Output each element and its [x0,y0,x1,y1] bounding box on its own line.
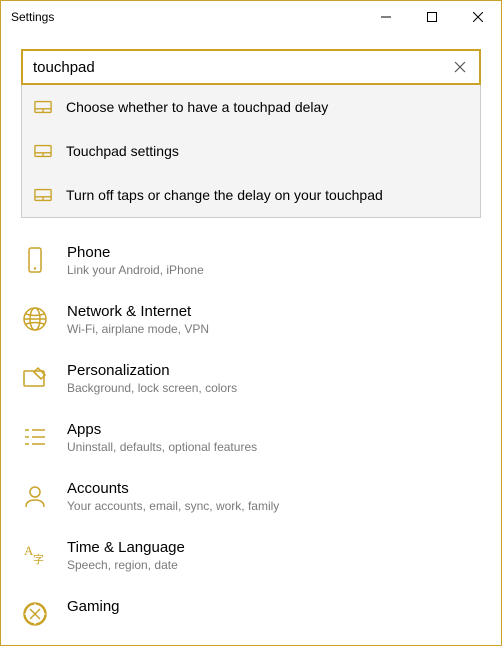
category-title: Time & Language [67,539,185,556]
category-title: Personalization [67,362,237,379]
category-title: Apps [67,421,257,438]
search-input[interactable] [33,59,451,76]
maximize-icon [427,12,437,22]
apps-icon [21,423,49,451]
category-title: Network & Internet [67,303,209,320]
category-subtitle: Speech, region, date [67,558,185,572]
category-phone[interactable]: Phone Link your Android, iPhone [21,232,481,291]
category-network[interactable]: Network & Internet Wi-Fi, airplane mode,… [21,291,481,350]
titlebar: Settings [1,1,501,33]
search-box [21,49,481,85]
personalization-icon [21,364,49,392]
category-gaming[interactable]: Gaming [21,586,481,642]
category-title: Accounts [67,480,279,497]
close-icon [473,12,483,22]
suggestion-item[interactable]: Touchpad settings [22,129,480,173]
minimize-button[interactable] [363,1,409,33]
category-subtitle: Wi-Fi, airplane mode, VPN [67,322,209,336]
category-personalization[interactable]: Personalization Background, lock screen,… [21,350,481,409]
svg-text:字: 字 [33,552,44,566]
accounts-icon [21,482,49,510]
touchpad-icon [34,144,52,158]
touchpad-icon [34,100,52,114]
window-title: Settings [11,10,54,24]
settings-categories: Phone Link your Android, iPhone Network … [1,218,501,642]
suggestion-item[interactable]: Turn off taps or change the delay on you… [22,173,480,217]
search-container: Choose whether to have a touchpad delay … [21,49,481,218]
minimize-icon [381,12,391,22]
category-title: Phone [67,244,204,261]
maximize-button[interactable] [409,1,455,33]
phone-icon [21,246,49,274]
category-subtitle: Uninstall, defaults, optional features [67,440,257,454]
category-time-language[interactable]: A字 Time & Language Speech, region, date [21,527,481,586]
close-button[interactable] [455,1,501,33]
suggestion-label: Touchpad settings [66,143,179,159]
suggestion-label: Choose whether to have a touchpad delay [66,99,328,115]
suggestion-label: Turn off taps or change the delay on you… [66,187,383,203]
category-apps[interactable]: Apps Uninstall, defaults, optional featu… [21,409,481,468]
gaming-icon [21,600,49,628]
category-title: Gaming [67,598,120,615]
search-suggestions: Choose whether to have a touchpad delay … [21,85,481,218]
x-icon [454,61,466,73]
suggestion-item[interactable]: Choose whether to have a touchpad delay [22,85,480,129]
time-language-icon: A字 [21,541,49,569]
category-subtitle: Background, lock screen, colors [67,381,237,395]
category-subtitle: Your accounts, email, sync, work, family [67,499,279,513]
clear-search-button[interactable] [451,58,469,76]
category-subtitle: Link your Android, iPhone [67,263,204,277]
window-controls [363,1,501,33]
category-accounts[interactable]: Accounts Your accounts, email, sync, wor… [21,468,481,527]
globe-icon [21,305,49,333]
touchpad-icon [34,188,52,202]
